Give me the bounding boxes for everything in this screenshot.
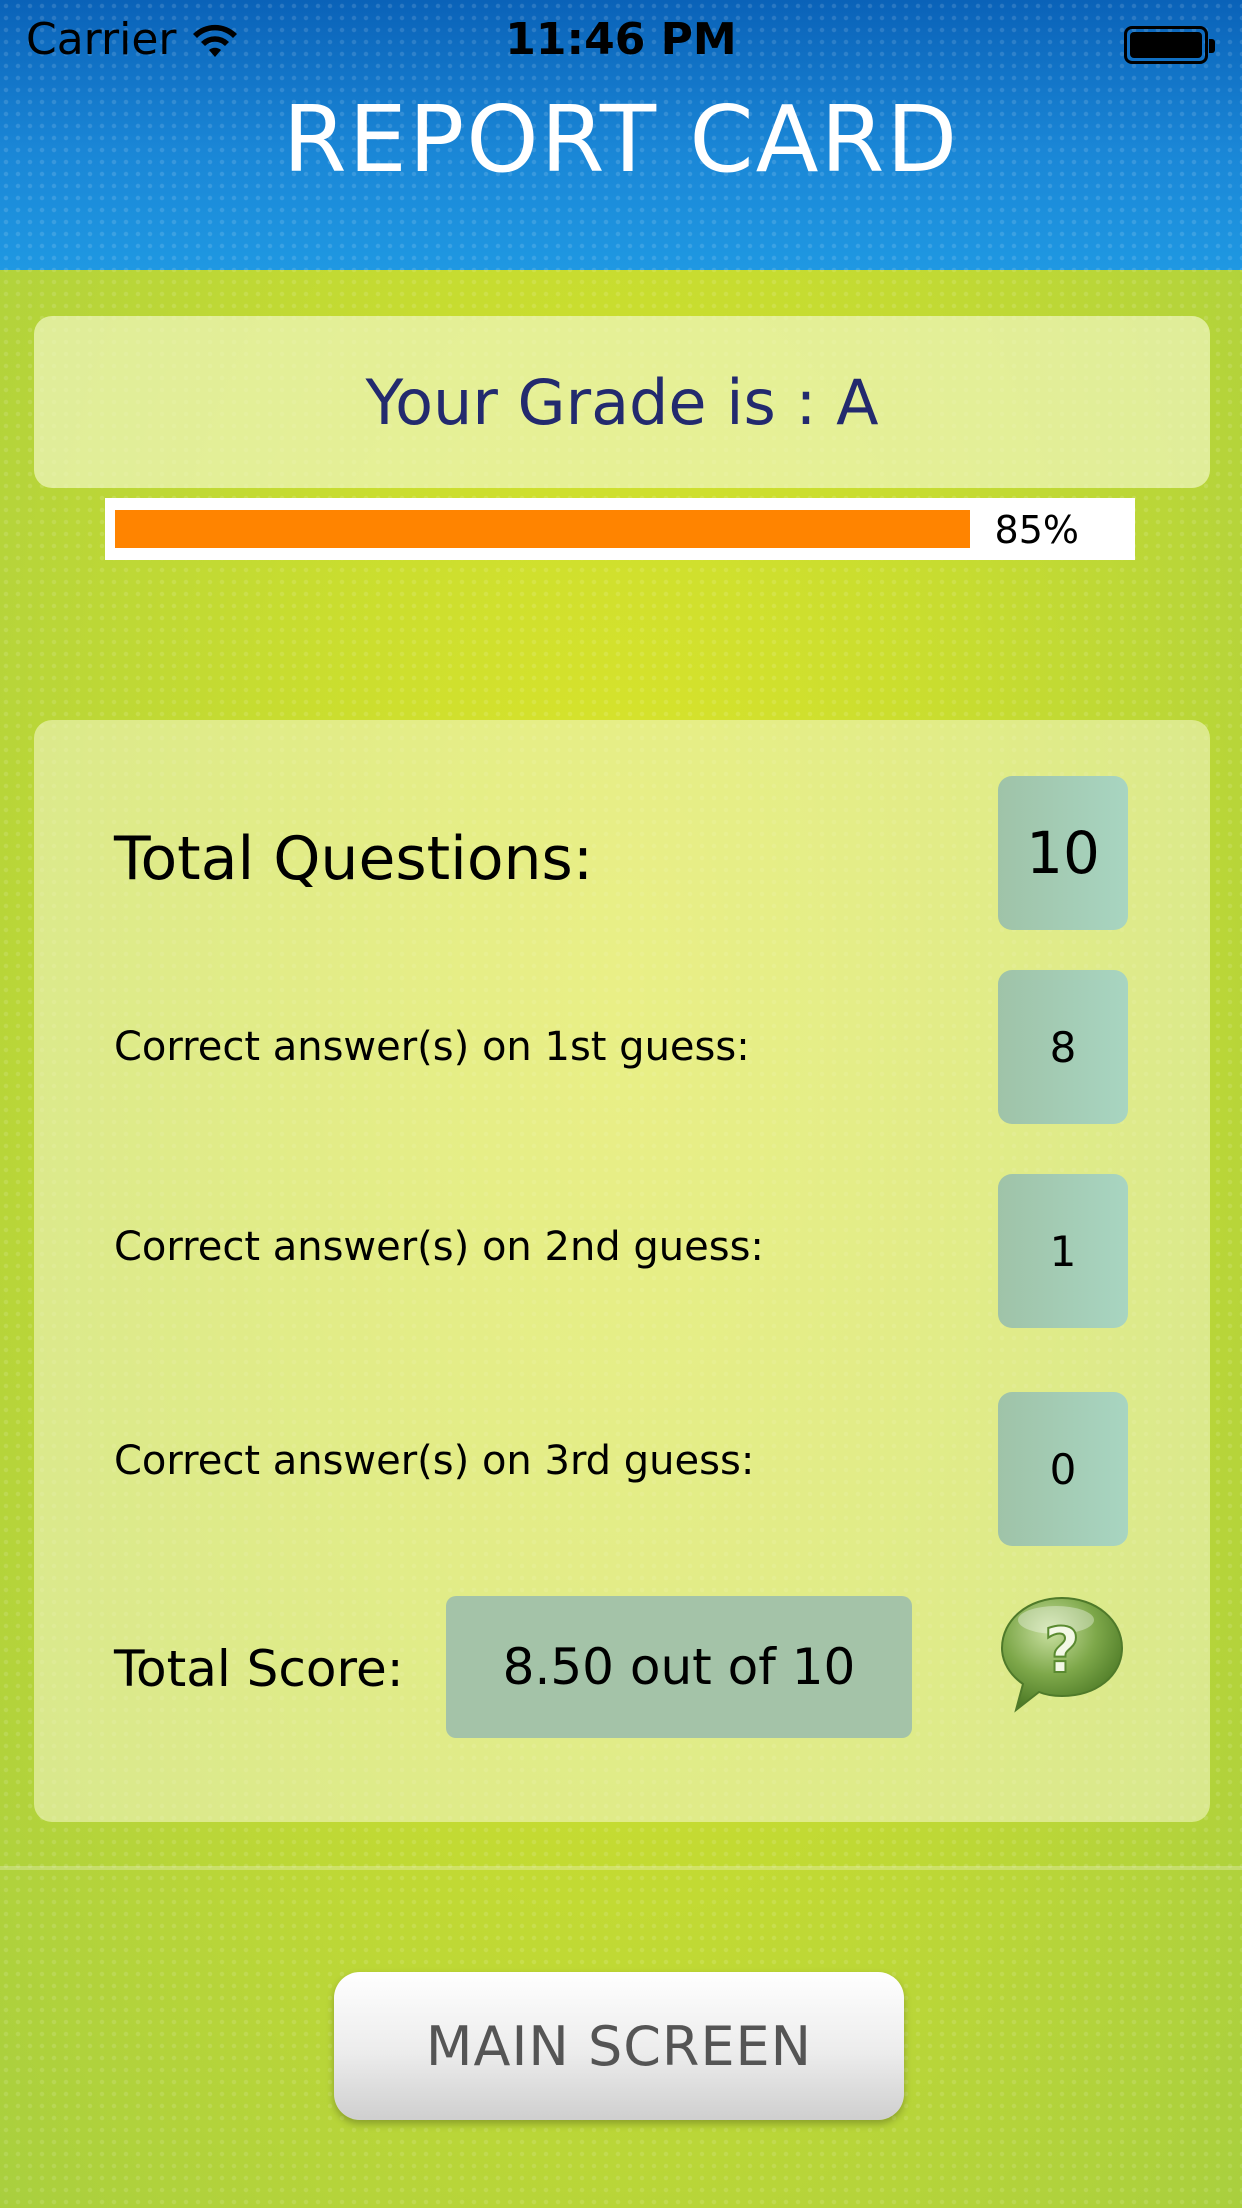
question-bubble-icon[interactable]: ? (996, 1592, 1128, 1716)
total-score-value: 8.50 out of 10 (446, 1596, 912, 1738)
score-progress-bar: 85% (105, 498, 1135, 560)
grade-text: Your Grade is : A (365, 365, 879, 439)
first-guess-value: 8 (998, 970, 1128, 1124)
grade-card: Your Grade is : A (34, 316, 1210, 488)
status-bar: Carrier 11:46 PM (0, 0, 1242, 84)
progress-label: 85% (994, 508, 1079, 552)
header: Carrier 11:46 PM REPORT CARD (0, 0, 1242, 270)
total-score-label: Total Score: (114, 1640, 404, 1698)
total-questions-label: Total Questions: (114, 824, 594, 894)
second-guess-value: 1 (998, 1174, 1128, 1328)
page-title: REPORT CARD (282, 86, 960, 193)
total-questions-value: 10 (998, 776, 1128, 930)
first-guess-label: Correct answer(s) on 1st guess: (114, 1024, 750, 1070)
footer-divider (0, 1866, 1242, 1870)
svg-text:?: ? (1044, 1614, 1080, 1687)
third-guess-value: 0 (998, 1392, 1128, 1546)
progress-fill (115, 510, 970, 548)
third-guess-label: Correct answer(s) on 3rd guess: (114, 1438, 755, 1484)
second-guess-label: Correct answer(s) on 2nd guess: (114, 1224, 764, 1270)
main-screen-button[interactable]: MAIN SCREEN (334, 1972, 904, 2120)
status-time: 11:46 PM (505, 14, 737, 65)
battery-icon (1124, 26, 1215, 64)
stats-card: Total Questions: 10 Correct answer(s) on… (34, 720, 1210, 1822)
